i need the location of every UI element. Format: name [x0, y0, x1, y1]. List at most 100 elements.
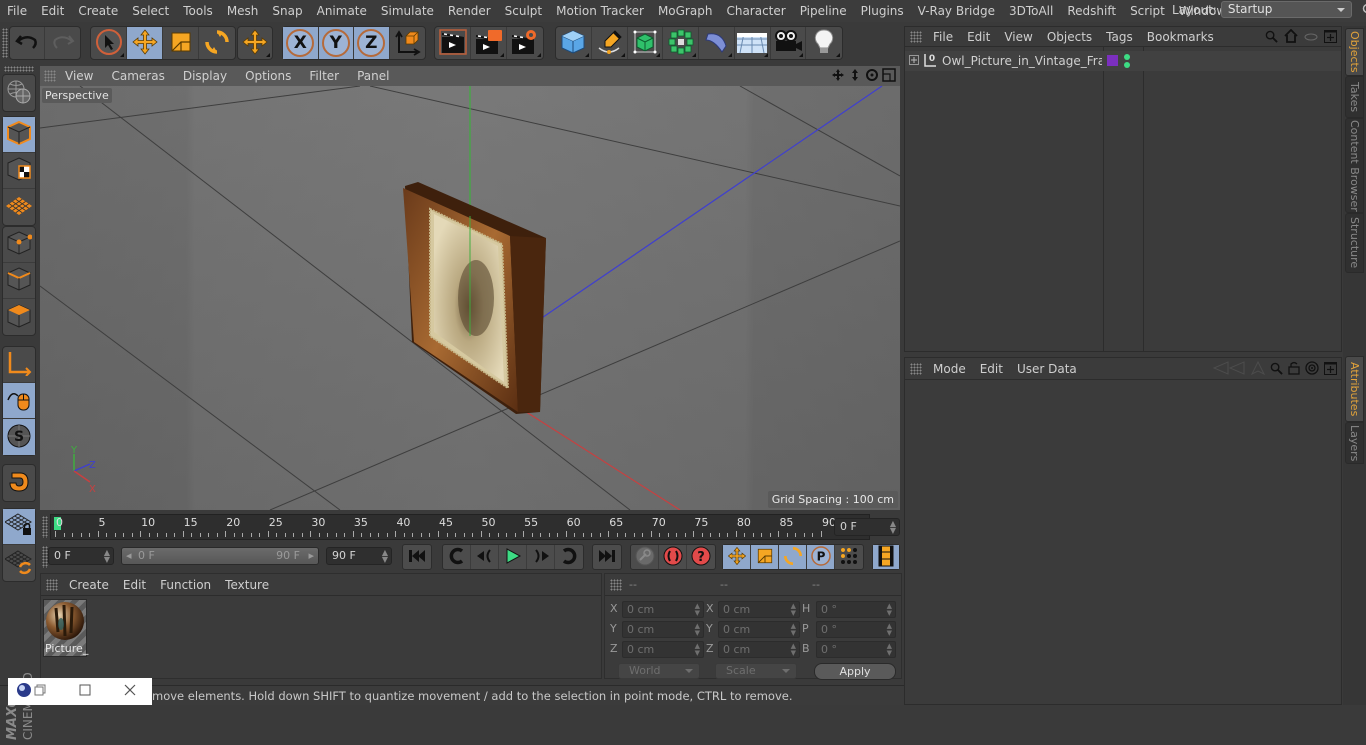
material-menu-function[interactable]: Function	[153, 578, 218, 592]
menu-snap[interactable]: Snap	[265, 4, 309, 18]
position-y-field[interactable]: 0 cm ▲ ▼	[622, 621, 704, 638]
menu-sculpt[interactable]: Sculpt	[498, 4, 549, 18]
camera-label[interactable]: Perspective	[42, 88, 112, 103]
workplane-align-button[interactable]	[3, 545, 35, 581]
size-y-field[interactable]: 0 cm ▲ ▼	[718, 621, 800, 638]
timeline-window-button[interactable]	[873, 545, 899, 569]
object-menu-file[interactable]: File	[926, 30, 960, 44]
points-mode-button[interactable]	[3, 227, 35, 263]
object-menu-grip[interactable]	[910, 30, 922, 43]
viewport-menu-grip[interactable]	[44, 70, 56, 82]
menu-file[interactable]: File	[0, 4, 34, 18]
tab-layers[interactable]: Layers	[1345, 422, 1364, 464]
menu-motion-tracker[interactable]: Motion Tracker	[549, 4, 651, 18]
layer-color-swatch[interactable]	[1107, 55, 1118, 66]
attribute-menu-edit[interactable]: Edit	[973, 362, 1010, 376]
render-picture-viewer-button[interactable]	[471, 27, 507, 59]
play-button[interactable]	[499, 545, 527, 569]
object-menu-objects[interactable]: Objects	[1040, 30, 1099, 44]
z-axis-lock-button[interactable]: Z	[354, 27, 390, 59]
render-visibility-dot[interactable]	[1124, 62, 1130, 68]
tab-attributes[interactable]: Attributes	[1345, 356, 1364, 422]
material-thumbnail[interactable]: Picture_	[43, 599, 88, 657]
scale-tool-button[interactable]	[163, 27, 199, 59]
go-to-end-button[interactable]	[593, 545, 621, 569]
object-menu-bookmarks[interactable]: Bookmarks	[1140, 30, 1221, 44]
rotation-p-field[interactable]: 0 ° ▲ ▼	[816, 621, 896, 638]
menu-animate[interactable]: Animate	[310, 4, 374, 18]
menu-v-ray-bridge[interactable]: V-Ray Bridge	[911, 4, 1002, 18]
edges-mode-button[interactable]	[3, 263, 35, 299]
polygons-mode-button[interactable]	[3, 299, 35, 335]
undo-button[interactable]	[10, 27, 46, 59]
search-icon[interactable]	[1362, 3, 1366, 17]
lock-icon[interactable]	[1288, 361, 1300, 378]
menu-redshift[interactable]: Redshift	[1060, 4, 1123, 18]
axis-mode-button[interactable]	[3, 347, 35, 383]
frame-range-slider[interactable]: ◂ 0 F 90 F ▸	[121, 547, 319, 565]
max-frame-field[interactable]: 90 F ▲ ▼	[326, 547, 392, 565]
toolbar-grip[interactable]	[2, 28, 8, 58]
camera-button[interactable]	[771, 27, 807, 59]
range-right-arrow-icon[interactable]: ▸	[308, 548, 314, 564]
3d-viewport[interactable]: Y Z X Perspective Grid Spacing : 100 cm	[40, 86, 900, 510]
spline-pen-button[interactable]	[592, 27, 628, 59]
key-parameter-button[interactable]: P	[807, 545, 835, 569]
x-axis-lock-button[interactable]: X	[283, 27, 319, 59]
rotation-h-field[interactable]: 0 ° ▲ ▼	[816, 601, 896, 618]
make-editable-button[interactable]	[3, 75, 35, 111]
close-icon[interactable]	[124, 684, 136, 699]
attribute-menu-grip[interactable]	[910, 362, 922, 375]
object-menu-view[interactable]: View	[997, 30, 1039, 44]
layout-dropdown[interactable]: Startup	[1220, 1, 1352, 18]
tweak-mode-button[interactable]	[3, 383, 35, 419]
tab-content-browser[interactable]: Content Browser	[1345, 118, 1364, 213]
current-frame-field[interactable]: 0 F ▲ ▼	[834, 518, 900, 536]
viewport-menu-view[interactable]: View	[56, 69, 102, 83]
size-z-field[interactable]: 0 cm ▲ ▼	[718, 641, 800, 658]
back-arrow-icon[interactable]	[1212, 361, 1246, 378]
search-icon[interactable]	[1265, 30, 1278, 46]
up-arrow-icon[interactable]	[1250, 360, 1266, 378]
coordinate-space-dropdown[interactable]: World	[618, 663, 700, 679]
object-row[interactable]: 0 Owl_Picture_in_Vintage_Frame	[905, 51, 1341, 71]
cube-button[interactable]	[556, 27, 592, 59]
tab-structure[interactable]: Structure	[1345, 213, 1364, 273]
position-x-field[interactable]: 0 cm ▲ ▼	[622, 601, 704, 618]
restore-icon[interactable]	[34, 684, 46, 699]
next-key-button[interactable]	[555, 545, 583, 569]
viewport-menu-filter[interactable]: Filter	[300, 69, 348, 83]
key-position-button[interactable]	[723, 545, 751, 569]
size-x-field[interactable]: 0 cm ▲ ▼	[718, 601, 800, 618]
material-menu-grip[interactable]	[46, 578, 58, 591]
attribute-menu-mode[interactable]: Mode	[926, 362, 973, 376]
render-settings-button[interactable]	[507, 27, 543, 59]
apply-button[interactable]: Apply	[814, 663, 896, 680]
menu-create[interactable]: Create	[71, 4, 125, 18]
previous-key-button[interactable]	[443, 545, 471, 569]
tab-objects[interactable]: Objects	[1345, 28, 1364, 76]
orbit-icon[interactable]	[865, 68, 879, 85]
material-menu-edit[interactable]: Edit	[116, 578, 153, 592]
search-icon[interactable]	[1270, 362, 1283, 378]
object-menu-edit[interactable]: Edit	[960, 30, 997, 44]
min-frame-field[interactable]: 0 F ▲ ▼	[48, 547, 114, 565]
menu-3dtoall[interactable]: 3DToAll	[1002, 4, 1060, 18]
record-button[interactable]	[659, 545, 687, 569]
menu-tools[interactable]: Tools	[176, 4, 220, 18]
texture-mode-button[interactable]	[3, 153, 35, 189]
last-tool-button[interactable]	[238, 27, 272, 59]
tab-takes[interactable]: Takes	[1345, 76, 1364, 118]
maximize-view-icon[interactable]	[882, 68, 896, 85]
redo-button[interactable]	[45, 27, 80, 59]
menu-script[interactable]: Script	[1123, 4, 1172, 18]
next-frame-button[interactable]	[527, 545, 555, 569]
menu-render[interactable]: Render	[441, 4, 498, 18]
y-axis-lock-button[interactable]: Y	[318, 27, 354, 59]
menu-simulate[interactable]: Simulate	[374, 4, 441, 18]
cloner-button[interactable]	[663, 27, 699, 59]
pan-icon[interactable]	[831, 68, 845, 85]
menu-select[interactable]: Select	[125, 4, 176, 18]
rotate-tool-button[interactable]	[199, 27, 235, 59]
coordinates-grip[interactable]	[610, 578, 622, 591]
